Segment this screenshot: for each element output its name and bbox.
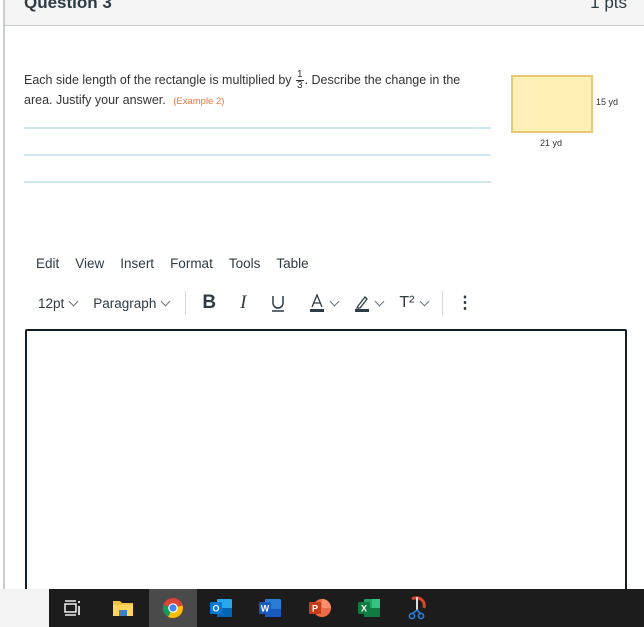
task-view-icon bbox=[64, 600, 80, 616]
chrome-icon bbox=[162, 598, 183, 618]
rectangle-height-label: 15 yd bbox=[596, 97, 619, 107]
rectangle-figure bbox=[511, 75, 593, 133]
svg-text:W: W bbox=[261, 604, 270, 614]
taskbar-outlook[interactable]: O bbox=[197, 589, 245, 627]
font-size-select[interactable]: 12pt bbox=[38, 295, 79, 311]
menu-insert[interactable]: Insert bbox=[120, 256, 154, 271]
svg-text:X: X bbox=[361, 604, 367, 614]
italic-icon: I bbox=[240, 292, 247, 313]
rectangle-width-label: 21 yd bbox=[540, 138, 563, 148]
toolbar-divider bbox=[441, 291, 443, 315]
bold-button[interactable]: B bbox=[202, 291, 216, 315]
chevron-down-icon bbox=[329, 296, 340, 306]
question-header: Question 3 1 pts bbox=[5, 0, 644, 26]
svg-text:P: P bbox=[312, 604, 318, 614]
taskbar-powerpoint[interactable]: P bbox=[296, 589, 344, 627]
bold-icon: B bbox=[202, 292, 217, 313]
menu-table[interactable]: Table bbox=[276, 256, 308, 271]
chevron-down-icon bbox=[374, 296, 385, 306]
example-reference: (Example 2) bbox=[173, 96, 225, 107]
outlook-icon: O bbox=[210, 599, 232, 617]
more-vertical-icon: ⋮ bbox=[456, 293, 474, 312]
highlighter-icon bbox=[355, 296, 370, 312]
question-title: Question 3 bbox=[24, 0, 112, 12]
question-text-before: Each side length of the rectangle is mul… bbox=[24, 72, 292, 87]
quiz-page: Question 3 1 pts Each side length of the… bbox=[0, 0, 644, 627]
excel-icon: X bbox=[358, 599, 380, 617]
rich-text-editor[interactable] bbox=[25, 329, 627, 599]
chevron-down-icon bbox=[419, 296, 429, 306]
underline-icon bbox=[272, 296, 285, 312]
question-points: 1 pts bbox=[590, 0, 627, 12]
snipping-tool-icon bbox=[408, 596, 426, 620]
superscript-button[interactable]: T² bbox=[399, 291, 429, 315]
chevron-down-icon bbox=[160, 296, 171, 306]
editor-menubar: Edit View Insert Format Tools Table bbox=[36, 256, 325, 271]
menu-tools[interactable]: Tools bbox=[229, 256, 261, 271]
menu-edit[interactable]: Edit bbox=[36, 256, 59, 271]
svg-text:O: O bbox=[212, 604, 219, 614]
chevron-down-icon bbox=[68, 296, 79, 306]
powerpoint-icon: P bbox=[309, 599, 331, 617]
toolbar-divider bbox=[185, 291, 187, 315]
underline-button[interactable] bbox=[270, 291, 286, 315]
block-format-select[interactable]: Paragraph bbox=[93, 295, 171, 311]
menu-format[interactable]: Format bbox=[170, 256, 213, 271]
taskbar-task-view[interactable] bbox=[49, 589, 97, 627]
font-size-value: 12pt bbox=[38, 295, 65, 311]
more-options-button[interactable]: ⋮ bbox=[457, 291, 474, 315]
answer-line bbox=[24, 127, 491, 129]
folder-icon bbox=[113, 601, 133, 616]
taskbar-chrome[interactable] bbox=[149, 589, 197, 627]
word-icon: W bbox=[259, 599, 281, 617]
answer-line bbox=[24, 154, 491, 156]
editor-toolbar: 12pt Paragraph B I T² ⋮ bbox=[38, 291, 474, 315]
text-color-button[interactable] bbox=[309, 291, 340, 315]
answer-line bbox=[24, 181, 491, 183]
left-border bbox=[3, 0, 5, 590]
fraction-denominator: 3 bbox=[297, 80, 303, 91]
taskbar-gap bbox=[0, 589, 49, 627]
fraction: 1 3 bbox=[296, 70, 304, 91]
block-format-value: Paragraph bbox=[93, 295, 157, 311]
italic-button[interactable]: I bbox=[240, 291, 246, 315]
taskbar-snipping-tool[interactable] bbox=[393, 589, 441, 627]
question-text: Each side length of the rectangle is mul… bbox=[24, 70, 484, 111]
superscript-icon: T² bbox=[399, 294, 415, 311]
highlight-color-button[interactable] bbox=[354, 291, 385, 315]
menu-view[interactable]: View bbox=[75, 256, 104, 271]
windows-taskbar: O W P X bbox=[49, 589, 644, 627]
taskbar-excel[interactable]: X bbox=[345, 589, 393, 627]
text-color-icon bbox=[310, 293, 325, 312]
taskbar-file-explorer[interactable] bbox=[99, 589, 147, 627]
taskbar-word[interactable]: W bbox=[246, 589, 294, 627]
